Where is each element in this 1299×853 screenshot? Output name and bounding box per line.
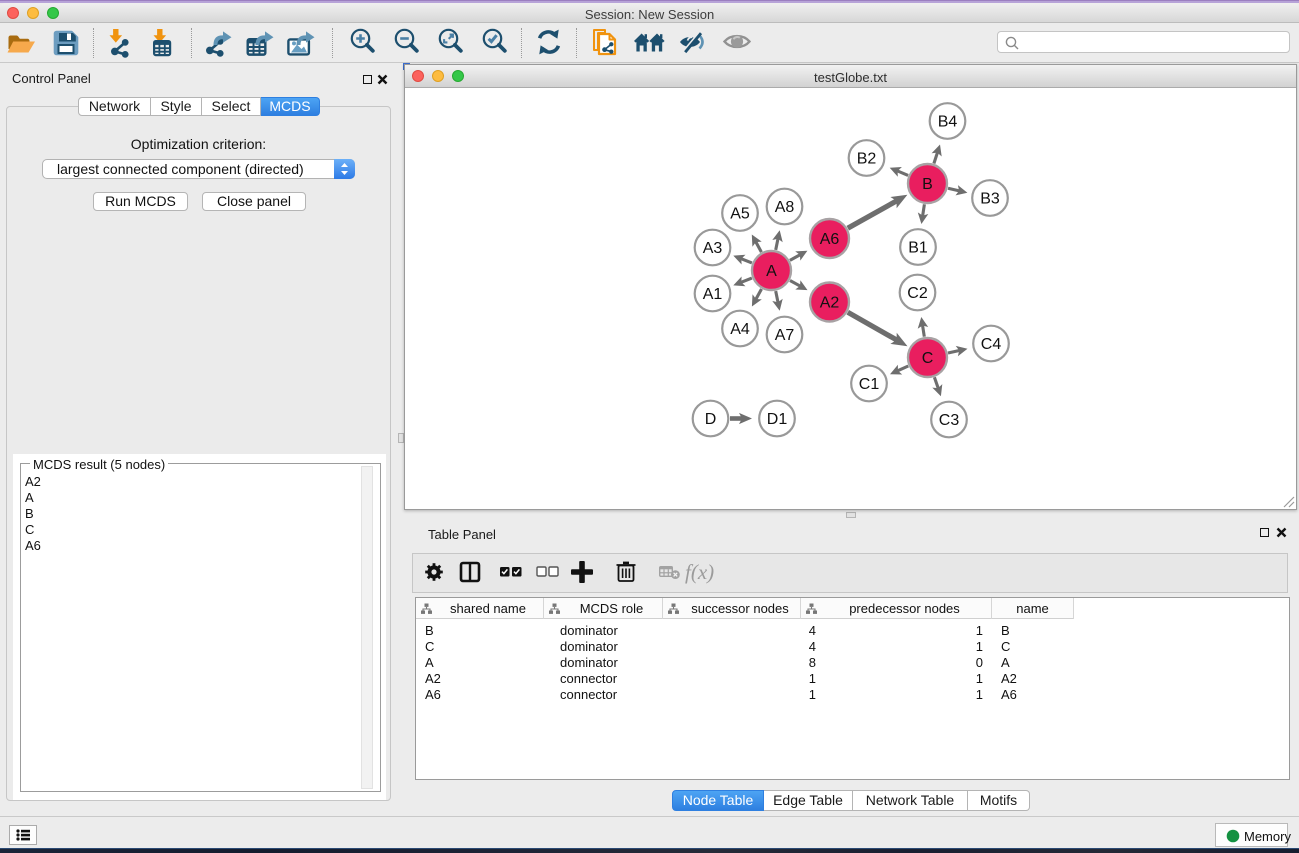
svg-text:B3: B3 (980, 191, 1000, 208)
svg-text:A5: A5 (730, 206, 750, 223)
svg-text:C: C (922, 350, 934, 367)
svg-text:A4: A4 (730, 321, 750, 338)
svg-text:B: B (922, 176, 933, 193)
svg-text:A3: A3 (703, 240, 723, 257)
svg-text:C2: C2 (907, 285, 928, 302)
svg-text:C4: C4 (981, 336, 1002, 353)
svg-text:A2: A2 (820, 295, 840, 312)
svg-text:A6: A6 (820, 231, 840, 248)
svg-text:B1: B1 (908, 240, 928, 257)
svg-text:C3: C3 (939, 412, 960, 429)
svg-text:C1: C1 (859, 376, 880, 393)
svg-text:A7: A7 (775, 327, 795, 344)
svg-text:D: D (705, 411, 717, 428)
svg-text:B2: B2 (857, 151, 877, 168)
svg-text:D1: D1 (767, 411, 788, 428)
svg-text:A1: A1 (703, 286, 723, 303)
svg-text:A: A (766, 263, 777, 280)
svg-text:A8: A8 (775, 199, 795, 216)
svg-text:B4: B4 (938, 114, 958, 131)
